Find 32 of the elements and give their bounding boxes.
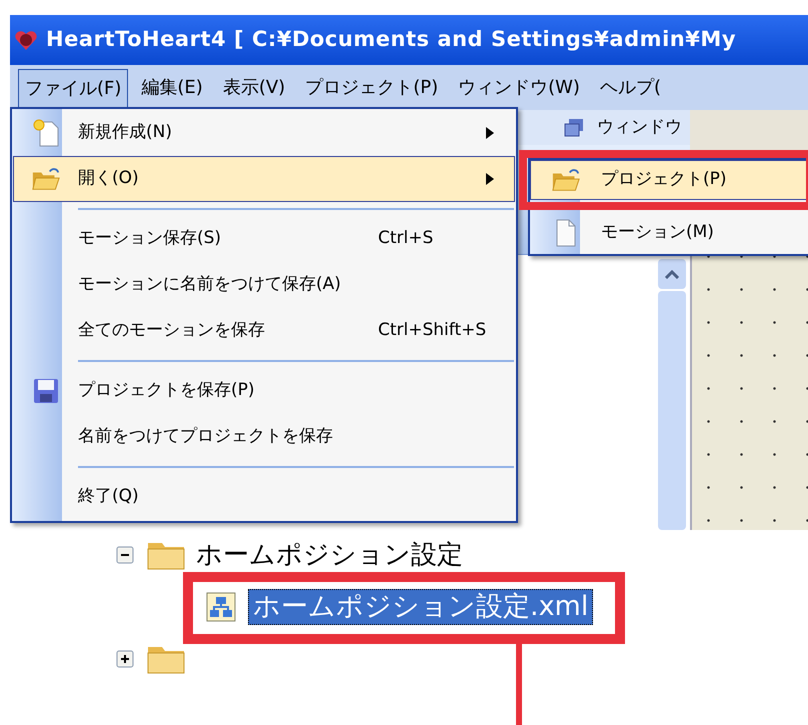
menu-item[interactable]: 編集(E) xyxy=(134,68,210,106)
scroll-up-icon[interactable] xyxy=(665,270,679,278)
submenu-option[interactable]: プロジェクト(P) xyxy=(530,160,808,200)
tree-node-label[interactable]: ホームポジション設定 xyxy=(192,540,467,570)
submenu-option[interactable]: モーション(M) xyxy=(530,212,808,254)
toolbar-label[interactable]: ウィンドウ xyxy=(597,114,682,140)
menu-item[interactable]: プロジェクト(P) xyxy=(298,68,446,106)
menu-option[interactable]: 終了(Q) xyxy=(13,474,515,520)
menu-item[interactable]: ヘルプ( xyxy=(592,68,668,106)
tree-node-label[interactable]: ホームポジション設定.xml xyxy=(248,589,594,625)
menu-item[interactable]: ウィンドウ(W) xyxy=(451,68,587,106)
folder-icon xyxy=(551,167,581,193)
collapse-icon[interactable] xyxy=(116,546,134,564)
new-file-icon xyxy=(32,118,60,148)
menu-option[interactable]: 全てのモーションを保存 Ctrl+Shift+S xyxy=(13,308,515,354)
diagram-file-icon xyxy=(206,592,236,622)
menu-option[interactable]: モーション保存(S) Ctrl+S xyxy=(13,216,515,262)
submenu-arrow-icon xyxy=(486,173,494,185)
window-title: HeartToHeart4 [ C:¥Documents and Settings¥admin¥My xyxy=(46,26,736,54)
submenu-arrow-icon xyxy=(486,127,494,139)
expand-icon[interactable] xyxy=(116,650,134,668)
menu-item[interactable]: 表示(V) xyxy=(216,68,292,106)
menu-option[interactable]: プロジェクトを保存(P) xyxy=(13,368,515,414)
windows-icon[interactable] xyxy=(563,118,585,138)
menu-option[interactable]: 開く(O) xyxy=(13,156,515,202)
menu-option[interactable]: 名前をつけてプロジェクトを保存 xyxy=(13,414,515,460)
menu-option[interactable]: 新規作成(N) xyxy=(13,110,515,156)
scrollbar[interactable] xyxy=(658,259,686,530)
folder-icon xyxy=(31,166,61,192)
menu-item[interactable]: ファイル(F) xyxy=(18,68,128,106)
file-icon xyxy=(554,218,578,248)
menu-option[interactable]: モーションに名前をつけて保存(A) xyxy=(13,262,515,308)
